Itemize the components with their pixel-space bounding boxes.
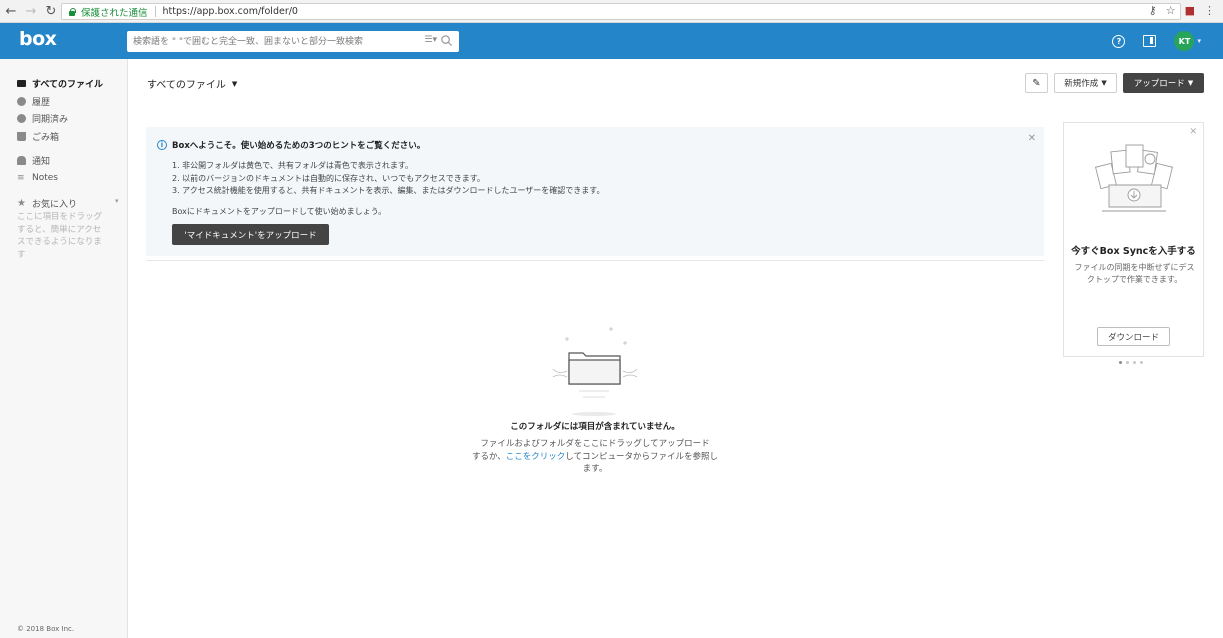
carousel-dot[interactable]: [1133, 361, 1136, 364]
info-icon: i: [157, 140, 167, 150]
sidebar-item-synced[interactable]: 同期済み: [17, 111, 68, 125]
tip-item: 3. アクセス統計機能を使用すると、共有ドキュメントを表示、編集、またはダウンロ…: [172, 186, 605, 195]
new-button-label: 新規作成: [1064, 79, 1099, 89]
close-icon[interactable]: ✕: [1189, 127, 1197, 137]
welcome-cta: Boxにドキュメントをアップロードして使い始めましょう。: [172, 207, 387, 216]
help-icon[interactable]: ?: [1112, 34, 1126, 48]
favorites-collapse-icon[interactable]: ▾: [115, 197, 119, 205]
welcome-banner: i Boxへようこそ。使い始めるための3つのヒントをご覧ください。 ✕ 1. 非…: [146, 127, 1044, 256]
sidebar-item-favorites[interactable]: ★ お気に入り: [17, 196, 77, 210]
new-note-button[interactable]: ✎: [1025, 73, 1048, 93]
sidebar-item-label: 履歴: [32, 97, 51, 108]
chevron-down-icon: ▼: [231, 79, 238, 88]
empty-desc-line1: ファイルおよびフォルダをここにドラッグしてアップロード: [480, 439, 710, 449]
sidebar-item-notifications[interactable]: 通知: [17, 153, 50, 167]
notes-edit-icon: ✎: [1032, 77, 1041, 89]
side-panel-icon[interactable]: [1143, 35, 1157, 47]
carousel-dots: [1119, 361, 1143, 364]
tip-item: 1. 非公開フォルダは黄色で、共有フォルダは青色で表示されます。: [172, 161, 414, 170]
upload-button[interactable]: アップロード ▼: [1123, 73, 1204, 93]
empty-folder-illustration: [552, 327, 638, 416]
sidebar-item-label: 同期済み: [32, 114, 69, 125]
click-here-link[interactable]: ここをクリック: [506, 452, 566, 462]
download-button[interactable]: ダウンロード: [1097, 327, 1170, 346]
search-input[interactable]: [127, 32, 407, 51]
bell-icon: [17, 155, 26, 165]
sidebar-item-notes[interactable]: ≡ Notes: [17, 171, 58, 185]
breadcrumb[interactable]: すべてのファイル ▼: [147, 76, 238, 92]
url-text: https://app.box.com/folder/0: [162, 6, 298, 17]
lock-icon: [68, 7, 76, 16]
new-button[interactable]: 新規作成 ▼: [1054, 73, 1117, 93]
sidebar-item-trash[interactable]: ごみ箱: [17, 129, 59, 143]
empty-desc-suffix: してコンピュータからファイルを参照します。: [565, 451, 719, 475]
tip-item: 2. 以前のバージョンのドキュメントは自動的に保存され、いつでもアクセスできます…: [172, 173, 485, 183]
address-divider: [154, 6, 156, 17]
sidebar-item-label: お気に入り: [32, 199, 78, 210]
sidebar: すべてのファイル 履歴 同期済み ごみ箱 通知 ≡ Notes ★ お気に入り …: [0, 59, 128, 638]
star-icon: ★: [17, 197, 26, 209]
carousel-dot[interactable]: [1140, 361, 1143, 364]
tips-list: 1. 非公開フォルダは黄色で、共有フォルダは青色で表示されます。 2. 以前のバ…: [172, 160, 605, 198]
secure-label: 保護された通信: [81, 7, 148, 19]
empty-desc-prefix: するか、: [471, 451, 506, 462]
search-box: ☰▾: [127, 31, 459, 52]
sync-icon: [17, 113, 26, 123]
address-bar[interactable]: 保護された通信 https://app.box.com/folder/0: [61, 3, 1181, 20]
extension-icon[interactable]: ■: [1185, 4, 1195, 17]
sidebar-item-label: Notes: [32, 173, 58, 183]
box-logo[interactable]: box: [19, 28, 57, 50]
upload-button-label: アップロード: [1133, 79, 1185, 89]
key-icon[interactable]: ⚷: [1149, 4, 1157, 17]
sidebar-item-label: ごみ箱: [32, 132, 60, 143]
upload-my-documents-button[interactable]: 'マイドキュメント'をアップロード: [172, 224, 329, 245]
menu-icon[interactable]: ⋮: [1204, 4, 1215, 17]
back-icon[interactable]: ←: [2, 2, 20, 20]
welcome-title: Boxへようこそ。使い始めるための3つのヒントをご覧ください。: [172, 141, 426, 151]
chevron-down-icon: ▼: [1187, 79, 1194, 87]
sidebar-item-all-files[interactable]: すべてのファイル: [17, 76, 103, 90]
promo-title: 今すぐBox Syncを入手する: [1071, 246, 1196, 257]
box-sync-promo-card: ✕ 今すぐBox Syncを入手する ファイルの同期を中断せずにデスクトップで作…: [1063, 122, 1204, 357]
reload-icon[interactable]: ↻: [42, 2, 60, 20]
sidebar-item-history[interactable]: 履歴: [17, 94, 50, 108]
chevron-down-icon: ▼: [1101, 79, 1107, 87]
clock-icon: [17, 96, 26, 106]
search-icon[interactable]: [440, 34, 453, 47]
carousel-dot[interactable]: [1119, 361, 1122, 364]
search-filter-icon[interactable]: ☰▾: [424, 35, 437, 45]
close-icon[interactable]: ✕: [1028, 133, 1036, 144]
chevron-down-icon[interactable]: ▾: [1197, 37, 1201, 45]
promo-description: ファイルの同期を中断せずにデスクトップで作業できます。: [1074, 263, 1195, 284]
user-avatar[interactable]: KT: [1174, 31, 1195, 51]
browser-toolbar: ← → ↻ 保護された通信 https://app.box.com/folder…: [0, 0, 1223, 23]
empty-folder-title: このフォルダには項目が含まれていません。: [510, 422, 680, 432]
page-title: すべてのファイル: [147, 80, 226, 91]
sidebar-item-label: すべてのファイル: [32, 79, 104, 90]
carousel-dot[interactable]: [1126, 361, 1129, 364]
favorites-hint: ここに項目をドラッグすると、簡単にアクセスできるようになります: [17, 212, 103, 260]
notes-icon: ≡: [17, 172, 25, 183]
trash-icon: [17, 131, 26, 141]
forward-icon[interactable]: →: [22, 2, 40, 20]
divider: [146, 260, 1044, 261]
app-header: box ☰▾ ? KT ▾: [0, 23, 1223, 59]
folder-icon: [17, 79, 26, 87]
sidebar-item-label: 通知: [32, 156, 51, 167]
empty-folder-description: ファイルおよびフォルダをここにドラッグしてアップロード するか、ここをクリックし…: [470, 438, 720, 476]
bookmark-star-icon[interactable]: ☆: [1166, 4, 1176, 17]
box-sync-illustration: [1095, 144, 1173, 212]
copyright: © 2018 Box Inc.: [17, 625, 75, 633]
